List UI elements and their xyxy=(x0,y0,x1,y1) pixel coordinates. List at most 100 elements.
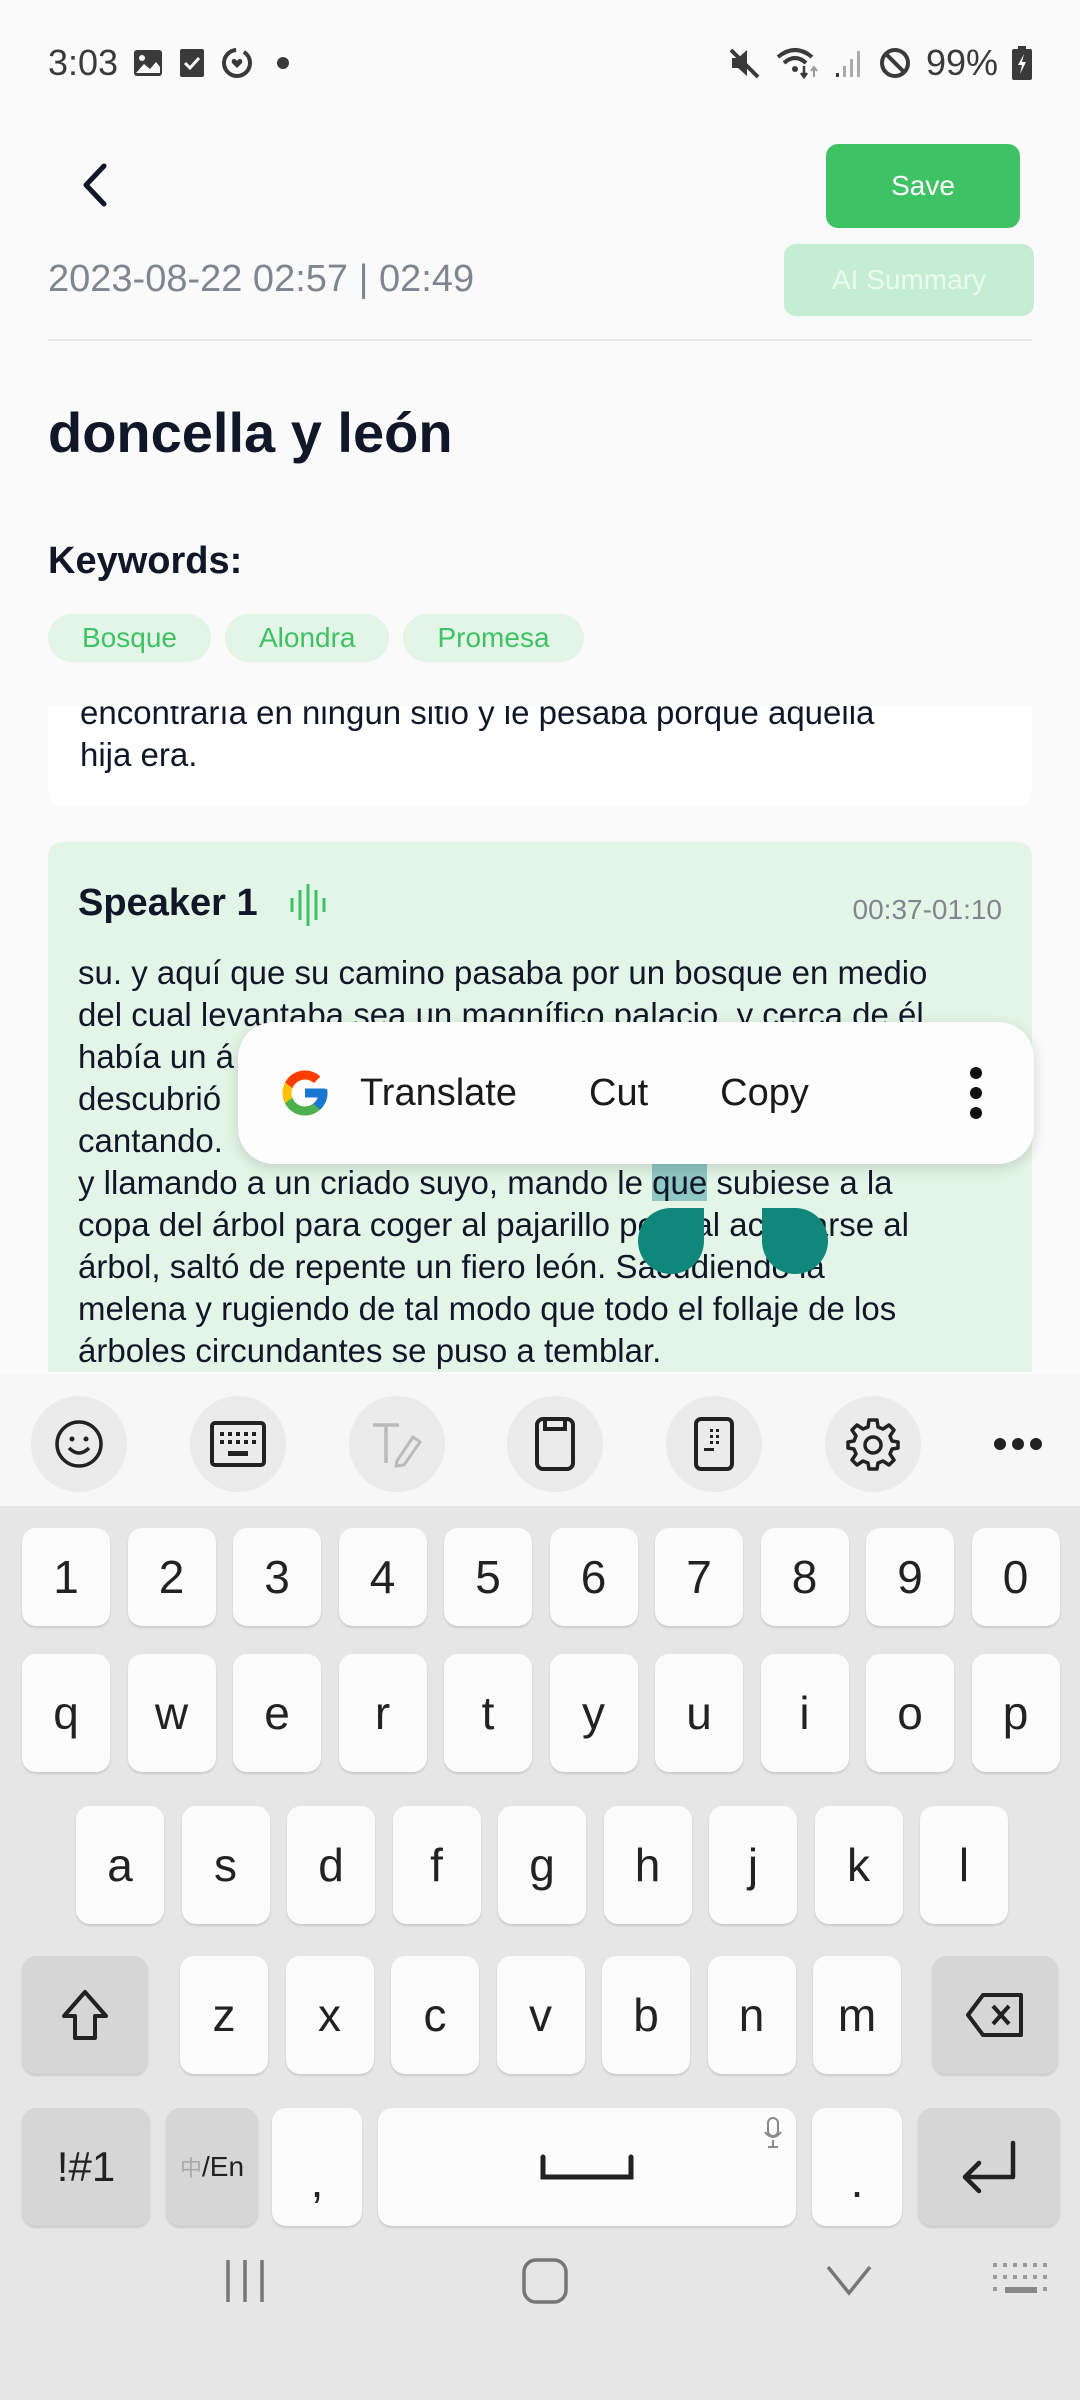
status-bar: 3:03 99% xyxy=(0,0,1080,125)
key-letter-g[interactable]: g xyxy=(498,1806,586,1924)
key-number-1[interactable]: 1 xyxy=(22,1528,110,1626)
key-letter-p[interactable]: p xyxy=(971,1654,1060,1772)
key-language[interactable]: 中/En xyxy=(166,2108,258,2226)
battery-percent: 99% xyxy=(925,41,998,83)
lang-cn-label: 中 xyxy=(179,2156,202,2181)
key-number-2[interactable]: 2 xyxy=(127,1528,216,1626)
copy-button[interactable]: Copy xyxy=(720,1072,809,1115)
clipboard-button[interactable] xyxy=(507,1396,603,1492)
key-letter-a[interactable]: a xyxy=(76,1806,164,1924)
key-letter-n[interactable]: n xyxy=(707,1956,796,2074)
key-letter-r[interactable]: r xyxy=(338,1654,427,1772)
key-letter-b[interactable]: b xyxy=(602,1956,690,2074)
lang-en-label: /En xyxy=(201,2151,245,2182)
wifi-icon xyxy=(776,46,820,80)
keyboard-switch-button[interactable] xyxy=(976,2236,1066,2326)
keyword-chip[interactable]: Promesa xyxy=(403,614,584,662)
ai-summary-button[interactable]: AI Summary xyxy=(784,244,1034,316)
key-letter-j[interactable]: j xyxy=(709,1806,797,1924)
key-letter-s[interactable]: s xyxy=(181,1806,270,1924)
one-handed-keyboard-icon xyxy=(694,1417,734,1471)
back-button[interactable] xyxy=(70,160,120,210)
selection-handle-end[interactable] xyxy=(762,1208,828,1274)
translate-button[interactable]: Translate xyxy=(360,1072,517,1115)
clipboard-icon xyxy=(535,1417,575,1471)
key-number-9[interactable]: 9 xyxy=(866,1528,954,1626)
key-letter-l[interactable]: l xyxy=(920,1806,1008,1924)
key-number-8[interactable]: 8 xyxy=(760,1528,849,1626)
home-button[interactable] xyxy=(500,2236,590,2326)
key-letter-q[interactable]: q xyxy=(22,1654,110,1772)
recent-apps-icon xyxy=(226,2260,264,2302)
keywords-list: Bosque Alondra Promesa xyxy=(48,614,584,662)
key-letter-k[interactable]: k xyxy=(814,1806,903,1924)
key-letter-d[interactable]: d xyxy=(287,1806,375,1924)
more-vertical-icon[interactable] xyxy=(968,1066,984,1125)
transcript-segment-previous[interactable]: encontraría en ningún sitio y le pesaba … xyxy=(48,706,1032,806)
segment-time-range: 00:37-01:10 xyxy=(852,894,1002,925)
keyboard-more-button[interactable] xyxy=(970,1396,1066,1492)
key-number-0[interactable]: 0 xyxy=(971,1528,1060,1626)
audio-wave-icon[interactable] xyxy=(288,880,328,930)
text-before-selection: y llamando a un criado suyo, mando le xyxy=(78,1164,653,1201)
key-number-3[interactable]: 3 xyxy=(233,1528,321,1626)
keywords-label: Keywords: xyxy=(48,540,243,582)
google-translate-icon[interactable] xyxy=(278,1066,332,1120)
segment-text[interactable]: encontraría en ningún sitio y le pesaba … xyxy=(80,706,1000,776)
text-line: encontraría en ningún sitio y le pesaba … xyxy=(80,706,875,731)
text-line: árbol, saltó de repente un fiero león. S… xyxy=(78,1248,825,1285)
key-letter-t[interactable]: t xyxy=(444,1654,532,1772)
screen: 3:03 99% Save 2023-08-22 02:57 | 02:49 A… xyxy=(0,0,1080,2400)
hide-keyboard-button[interactable] xyxy=(804,2236,894,2326)
selected-text[interactable]: que xyxy=(652,1164,708,1201)
key-number-5[interactable]: 5 xyxy=(444,1528,532,1626)
key-period[interactable]: . xyxy=(812,2108,902,2226)
status-left: 3:03 xyxy=(48,42,298,84)
key-number-7[interactable]: 7 xyxy=(655,1528,743,1626)
keyboard-icon xyxy=(210,1421,266,1467)
recent-apps-button[interactable] xyxy=(200,2236,290,2326)
keyword-chip[interactable]: Alondra xyxy=(224,614,390,662)
key-number-4[interactable]: 4 xyxy=(338,1528,427,1626)
key-letter-o[interactable]: o xyxy=(866,1654,954,1772)
document-title[interactable]: doncella y león xyxy=(48,400,453,465)
key-letter-u[interactable]: u xyxy=(655,1654,743,1772)
checkbox-icon xyxy=(178,47,206,79)
key-enter[interactable] xyxy=(918,2108,1060,2226)
keyboard-switch-icon xyxy=(993,2263,1047,2293)
key-letter-w[interactable]: w xyxy=(127,1654,216,1772)
key-letter-c[interactable]: c xyxy=(391,1956,479,2074)
status-time: 3:03 xyxy=(48,41,119,83)
key-letter-m[interactable]: m xyxy=(813,1956,901,2074)
key-shift[interactable] xyxy=(22,1956,148,2074)
home-icon xyxy=(522,2258,568,2304)
key-space[interactable] xyxy=(378,2108,796,2226)
emoji-button[interactable] xyxy=(31,1396,127,1492)
text-line: copa del árbol para coger al pajarillo p… xyxy=(78,1206,909,1243)
key-backspace[interactable] xyxy=(932,1956,1058,2074)
keyboard: !#1 中/En , . 1234567890 qwertyuiop asdfghj… xyxy=(0,1506,1080,2400)
key-letter-i[interactable]: i xyxy=(760,1654,849,1772)
handwriting-button[interactable] xyxy=(349,1396,445,1492)
key-symbols[interactable]: !#1 xyxy=(22,2108,150,2226)
space-bar-icon xyxy=(540,2154,634,2180)
one-handed-mode-button[interactable] xyxy=(666,1396,762,1492)
key-letter-v[interactable]: v xyxy=(496,1956,585,2074)
save-button[interactable]: Save xyxy=(826,144,1020,228)
enter-icon xyxy=(962,2140,1016,2194)
cut-button[interactable]: Cut xyxy=(589,1072,648,1115)
key-letter-y[interactable]: y xyxy=(549,1654,638,1772)
key-letter-x[interactable]: x xyxy=(285,1956,374,2074)
settings-icon xyxy=(846,1418,900,1471)
key-letter-z[interactable]: z xyxy=(180,1956,268,2074)
key-letter-f[interactable]: f xyxy=(392,1806,481,1924)
speaker-name: Speaker 1 xyxy=(78,882,258,924)
key-letter-e[interactable]: e xyxy=(233,1654,321,1772)
key-comma[interactable]: , xyxy=(272,2108,362,2226)
selection-handle-start[interactable] xyxy=(638,1208,704,1274)
keyword-chip[interactable]: Bosque xyxy=(48,614,211,662)
settings-button[interactable] xyxy=(825,1396,921,1492)
key-letter-h[interactable]: h xyxy=(603,1806,692,1924)
keyboard-button[interactable] xyxy=(190,1396,286,1492)
key-number-6[interactable]: 6 xyxy=(549,1528,638,1626)
